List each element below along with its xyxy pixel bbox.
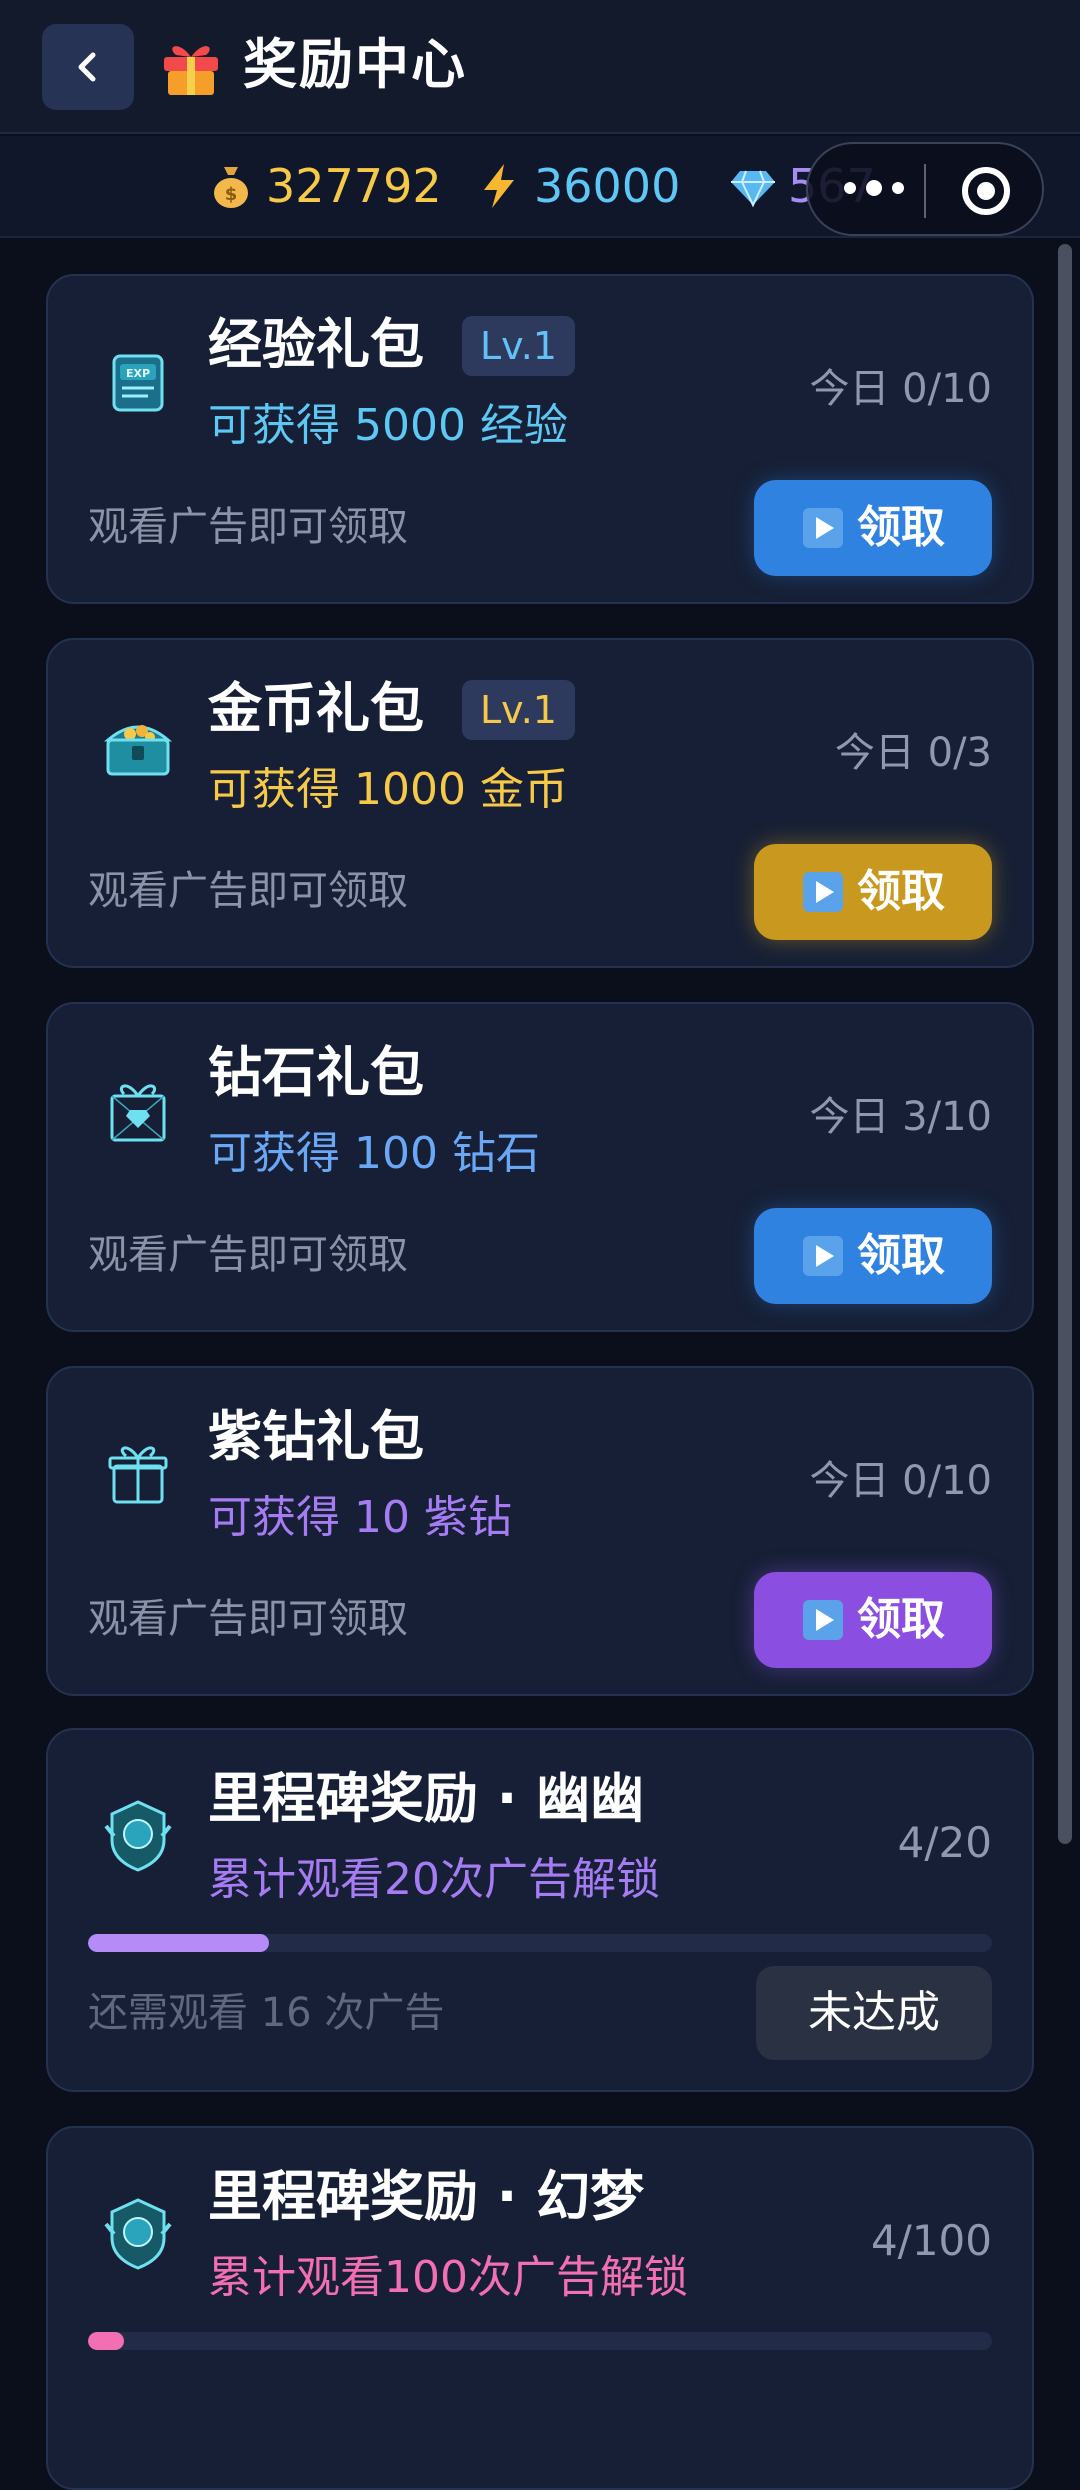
card-title: 钻石礼包: [208, 1041, 424, 1104]
gold-stat: $ 327792: [206, 158, 442, 214]
reward-text: 可获得 100 钻石: [208, 1128, 540, 1179]
progress-fill: [88, 1934, 269, 1952]
lightning-icon: [484, 164, 514, 208]
milestone-requirement: 累计观看100次广告解锁: [208, 2252, 688, 2303]
claim-label: 领取: [857, 1230, 945, 1281]
reward-text: 可获得 10 紫钻: [208, 1492, 512, 1543]
claim-button[interactable]: 领取: [754, 1208, 992, 1304]
diamond-icon: [731, 170, 775, 208]
hint-text: 观看广告即可领取: [88, 1596, 408, 1642]
reward-text: 可获得 1000 金币: [208, 764, 568, 815]
purple-diamond-pack-card: 紫钻礼包 可获得 10 紫钻 今日 0/10 观看广告即可领取 领取: [46, 1366, 1034, 1696]
level-badge: Lv.1: [462, 680, 575, 740]
milestone-requirement: 累计观看20次广告解锁: [208, 1854, 660, 1905]
gold-value: 327792: [266, 159, 442, 213]
exp-pack-card: EXP 经验礼包 Lv.1 可获得 5000 经验 今日 0/10 观看广告即可…: [46, 274, 1034, 604]
diamond-gift-icon: [110, 1084, 166, 1142]
progress-fill: [88, 2332, 125, 2350]
progress-bar: [88, 1934, 992, 1952]
milestone-count: 4/100: [870, 2216, 992, 2265]
money-bag-icon: $: [214, 167, 248, 208]
daily-count: 今日 0/10: [809, 1458, 992, 1504]
claim-label: 领取: [857, 1594, 945, 1645]
scrollbar[interactable]: [1058, 244, 1072, 1844]
energy-value: 36000: [534, 159, 681, 213]
milestone-card-youyou: 里程碑奖励 · 幽幽 累计观看20次广告解锁 4/20 还需观看 16 次广告 …: [46, 1728, 1034, 2092]
milestone-card-huanmeng: 里程碑奖励 · 幻梦 累计观看100次广告解锁 4/100: [46, 2126, 1034, 2490]
milestone-badge-icon: [104, 2198, 172, 2270]
claim-label: 领取: [857, 866, 945, 917]
top-bar: 奖励中心: [0, 0, 1080, 134]
level-badge: Lv.1: [462, 316, 575, 376]
close-target-icon[interactable]: [962, 167, 1010, 215]
energy-stat: 36000: [474, 158, 680, 214]
capsule-divider: [924, 164, 926, 218]
svg-text:EXP: EXP: [126, 367, 150, 380]
treasure-chest-icon: [103, 725, 173, 776]
play-icon: [803, 1236, 843, 1276]
claim-button[interactable]: 领取: [754, 480, 992, 576]
hint-text: 观看广告即可领取: [88, 1232, 408, 1278]
page-title: 奖励中心: [243, 33, 467, 96]
purple-gift-icon: [108, 1446, 168, 1504]
milestone-title: 里程碑奖励 · 幻梦: [208, 2165, 645, 2228]
card-title: 金币礼包: [208, 677, 424, 740]
diamond-pack-card: 钻石礼包 可获得 100 钻石 今日 3/10 观看广告即可领取 领取: [46, 1002, 1034, 1332]
daily-count: 今日 0/10: [809, 366, 992, 412]
reward-text: 可获得 5000 经验: [208, 400, 568, 451]
milestone-count: 4/20: [897, 1818, 992, 1867]
daily-count: 今日 0/3: [834, 730, 992, 776]
milestone-title: 里程碑奖励 · 幽幽: [208, 1767, 645, 1830]
back-button[interactable]: [42, 24, 134, 110]
hint-text: 观看广告即可领取: [88, 504, 408, 550]
gift-icon: [164, 46, 218, 95]
miniprogram-capsule: [806, 142, 1044, 236]
claim-button[interactable]: 领取: [754, 844, 992, 940]
card-title: 紫钻礼包: [208, 1405, 424, 1468]
card-title: 经验礼包: [208, 313, 424, 376]
hint-text: 观看广告即可领取: [88, 868, 408, 914]
remaining-text: 还需观看 16 次广告: [88, 1990, 445, 2036]
svg-text:$: $: [225, 184, 238, 205]
claim-label: 领取: [857, 502, 945, 553]
milestone-badge-icon: [104, 1800, 172, 1872]
play-icon: [803, 1600, 843, 1640]
more-icon[interactable]: [844, 180, 904, 196]
status-button[interactable]: 未达成: [756, 1966, 992, 2060]
chevron-left-icon: [78, 52, 96, 82]
claim-button[interactable]: 领取: [754, 1572, 992, 1668]
exp-book-icon: EXP: [112, 354, 164, 412]
play-icon: [803, 508, 843, 548]
gold-pack-card: 金币礼包 Lv.1 可获得 1000 金币 今日 0/3 观看广告即可领取 领取: [46, 638, 1034, 968]
play-icon: [803, 872, 843, 912]
progress-bar: [88, 2332, 992, 2350]
daily-count: 今日 3/10: [809, 1094, 992, 1140]
